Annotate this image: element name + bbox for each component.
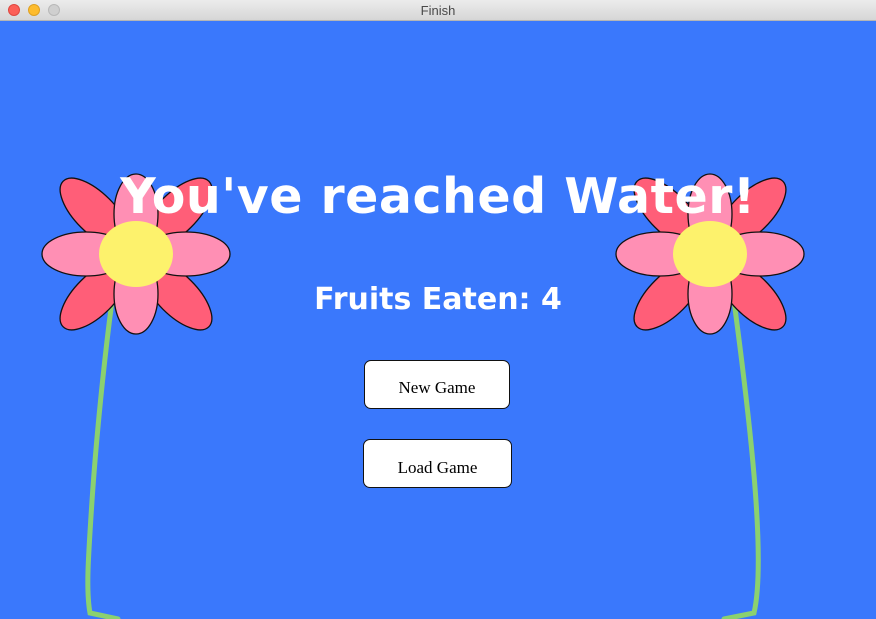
game-window: Finish You've reached Water! Fruits Eate… xyxy=(0,0,876,619)
left-flower-illustration xyxy=(41,173,231,619)
right-flower-center xyxy=(673,221,747,287)
finish-scene: You've reached Water! Fruits Eaten: 4 xyxy=(0,21,876,619)
fruits-eaten-score: Fruits Eaten: 4 xyxy=(314,282,562,317)
right-flower-stem xyxy=(721,298,761,619)
game-over-headline: You've reached Water! xyxy=(120,168,756,225)
right-flower-illustration xyxy=(615,173,805,619)
left-flower-stem xyxy=(85,298,121,619)
window-title: Finish xyxy=(420,3,456,18)
title-bar: Finish xyxy=(0,0,876,21)
left-flower-center xyxy=(99,221,173,287)
load-game-button[interactable]: Load Game xyxy=(363,439,512,488)
new-game-button[interactable]: New Game xyxy=(364,360,510,409)
